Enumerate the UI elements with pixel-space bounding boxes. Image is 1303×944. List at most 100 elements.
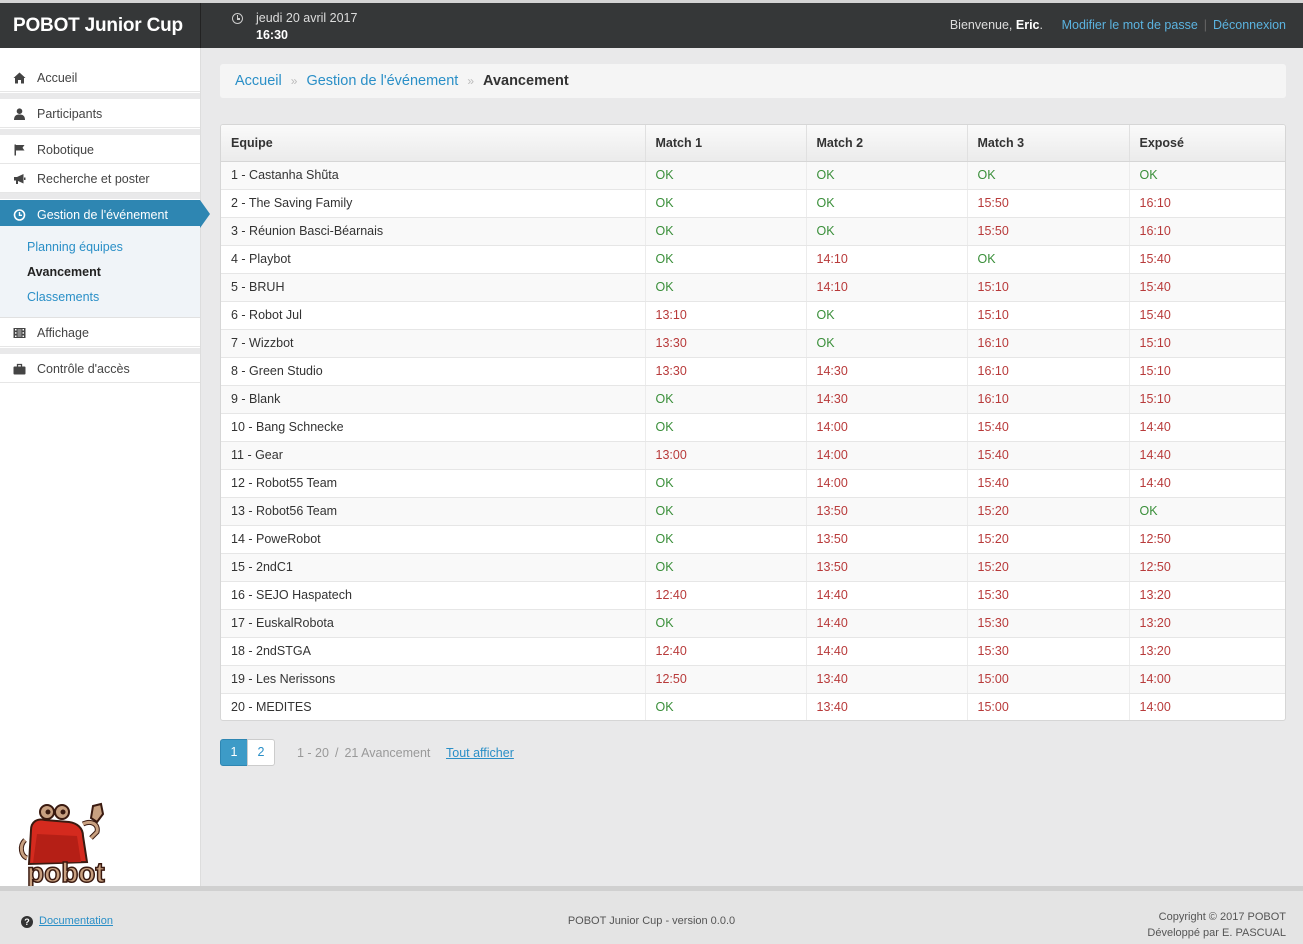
status-cell: OK bbox=[967, 245, 1130, 274]
team-name-cell: 13 - Robot56 Team bbox=[221, 497, 646, 526]
status-cell: 15:50 bbox=[967, 217, 1130, 246]
column-header-expose[interactable]: Exposé bbox=[1129, 125, 1285, 162]
status-cell: OK bbox=[645, 497, 807, 526]
sidebar-item-recherche[interactable]: Recherche et poster bbox=[0, 164, 200, 193]
column-header-match1[interactable]: Match 1 bbox=[645, 125, 807, 162]
status-cell: 14:40 bbox=[806, 637, 968, 666]
table-row[interactable]: 17 - EuskalRobota OK 14:40 15:30 13:20 bbox=[221, 609, 1285, 638]
pagination-info: 1 - 20 / 21 Avancement bbox=[297, 746, 430, 760]
table-row[interactable]: 4 - Playbot OK 14:10 OK 15:40 bbox=[221, 245, 1285, 274]
team-name-cell: 2 - The Saving Family bbox=[221, 189, 646, 218]
table-row[interactable]: 7 - Wizzbot 13:30 OK 16:10 15:10 bbox=[221, 329, 1285, 358]
table-row[interactable]: 14 - PoweRobot OK 13:50 15:20 12:50 bbox=[221, 525, 1285, 554]
subnav-item-planning[interactable]: Planning équipes bbox=[27, 240, 123, 254]
breadcrumb-section[interactable]: Gestion de l'événement bbox=[306, 73, 458, 89]
briefcase-icon bbox=[13, 363, 26, 375]
sidebar-item-robotique[interactable]: Robotique bbox=[0, 135, 200, 164]
sidebar-item-controle[interactable]: Contrôle d'accès bbox=[0, 354, 200, 383]
team-name-cell: 1 - Castanha Shũta bbox=[221, 161, 646, 190]
column-header-match3[interactable]: Match 3 bbox=[967, 125, 1130, 162]
app-version: POBOT Junior Cup - version 0.0.0 bbox=[567, 915, 736, 927]
status-cell: OK bbox=[645, 469, 807, 498]
status-cell: 14:00 bbox=[806, 413, 968, 442]
status-cell: 12:40 bbox=[645, 637, 807, 666]
table-row[interactable]: 1 - Castanha Shũta OK OK OK OK bbox=[221, 161, 1285, 190]
status-cell: OK bbox=[645, 609, 807, 638]
breadcrumb-home[interactable]: Accueil bbox=[235, 73, 282, 89]
table-row[interactable]: 5 - BRUH OK 14:10 15:10 15:40 bbox=[221, 273, 1285, 302]
table-row[interactable]: 2 - The Saving Family OK OK 15:50 16:10 bbox=[221, 189, 1285, 218]
top-bar: POBOT Junior Cup jeudi 20 avril 2017 16:… bbox=[0, 0, 1303, 48]
status-cell: 14:40 bbox=[806, 609, 968, 638]
table-row[interactable]: 16 - SEJO Haspatech 12:40 14:40 15:30 13:20 bbox=[221, 581, 1285, 610]
table-row[interactable]: 12 - Robot55 Team OK 14:00 15:40 14:40 bbox=[221, 469, 1285, 498]
status-cell: 16:10 bbox=[967, 329, 1130, 358]
table-row[interactable]: 3 - Réunion Basci-Béarnais OK OK 15:50 16:10 bbox=[221, 217, 1285, 246]
sidebar-item-label: Gestion de l'événement bbox=[37, 208, 168, 222]
status-cell: OK bbox=[645, 385, 807, 414]
logout-link[interactable]: Déconnexion bbox=[1213, 18, 1286, 32]
status-cell: 13:50 bbox=[806, 553, 968, 582]
column-header-equipe[interactable]: Equipe bbox=[221, 125, 646, 162]
status-cell: 14:00 bbox=[1129, 665, 1285, 694]
status-cell: 15:40 bbox=[1129, 273, 1285, 302]
status-cell: OK bbox=[645, 217, 807, 246]
progress-table-container: Equipe Match 1 Match 2 Match 3 Exposé 1 … bbox=[220, 124, 1286, 721]
status-cell: 15:30 bbox=[967, 637, 1130, 666]
table-row[interactable]: 13 - Robot56 Team OK 13:50 15:20 OK bbox=[221, 497, 1285, 526]
status-cell: 12:50 bbox=[1129, 553, 1285, 582]
table-row[interactable]: 6 - Robot Jul 13:10 OK 15:10 15:40 bbox=[221, 301, 1285, 330]
status-cell: 15:20 bbox=[967, 497, 1130, 526]
developer-text: Développé par E. PASCUAL bbox=[1147, 927, 1286, 939]
table-row[interactable]: 8 - Green Studio 13:30 14:30 16:10 15:10 bbox=[221, 357, 1285, 386]
status-cell: 14:40 bbox=[1129, 469, 1285, 498]
team-name-cell: 5 - BRUH bbox=[221, 273, 646, 302]
brand-divider bbox=[200, 3, 201, 48]
status-cell: 15:40 bbox=[1129, 301, 1285, 330]
status-cell: 14:00 bbox=[806, 469, 968, 498]
breadcrumb-arrow: » bbox=[467, 74, 475, 88]
show-all-link[interactable]: Tout afficher bbox=[446, 746, 514, 760]
change-password-link[interactable]: Modifier le mot de passe bbox=[1062, 18, 1198, 32]
brand-title[interactable]: POBOT Junior Cup bbox=[0, 3, 201, 48]
column-header-match2[interactable]: Match 2 bbox=[806, 125, 968, 162]
welcome-message: Bienvenue, Eric. bbox=[950, 18, 1043, 32]
team-name-cell: 9 - Blank bbox=[221, 385, 646, 414]
table-row[interactable]: 20 - MEDITES OK 13:40 15:00 14:00 bbox=[221, 693, 1285, 720]
status-cell: 13:10 bbox=[645, 301, 807, 330]
page-button-2[interactable]: 2 bbox=[247, 739, 275, 766]
sidebar-item-gestion[interactable]: Gestion de l'événement bbox=[0, 200, 210, 229]
sidebar-item-label: Participants bbox=[37, 107, 103, 121]
status-cell: OK bbox=[806, 189, 968, 218]
sidebar-item-label: Robotique bbox=[37, 143, 94, 157]
status-cell: 16:10 bbox=[967, 385, 1130, 414]
sidebar-item-participants[interactable]: Participants bbox=[0, 99, 200, 128]
user-name: Eric bbox=[1015, 18, 1040, 32]
table-row[interactable]: 19 - Les Nerissons 12:50 13:40 15:00 14:00 bbox=[221, 665, 1285, 694]
sidebar-item-label: Recherche et poster bbox=[37, 172, 150, 186]
current-time: 16:30 bbox=[256, 28, 288, 42]
sidebar-item-accueil[interactable]: Accueil bbox=[0, 63, 200, 92]
status-cell: OK bbox=[645, 525, 807, 554]
status-cell: 16:10 bbox=[967, 357, 1130, 386]
page-button-1[interactable]: 1 bbox=[220, 739, 248, 766]
clock-icon bbox=[232, 13, 243, 24]
status-cell: 15:10 bbox=[967, 301, 1130, 330]
table-row[interactable]: 18 - 2ndSTGA 12:40 14:40 15:30 13:20 bbox=[221, 637, 1285, 666]
table-row[interactable]: 11 - Gear 13:00 14:00 15:40 14:40 bbox=[221, 441, 1285, 470]
status-cell: OK bbox=[645, 413, 807, 442]
team-name-cell: 3 - Réunion Basci-Béarnais bbox=[221, 217, 646, 246]
table-row[interactable]: 9 - Blank OK 14:30 16:10 15:10 bbox=[221, 385, 1285, 414]
subnav-item-avancement[interactable]: Avancement bbox=[27, 265, 101, 279]
link-separator: | bbox=[1203, 18, 1208, 32]
status-cell: 15:40 bbox=[1129, 245, 1285, 274]
table-row[interactable]: 15 - 2ndC1 OK 13:50 15:20 12:50 bbox=[221, 553, 1285, 582]
subnav-item-classements[interactable]: Classements bbox=[27, 290, 99, 304]
sidebar-item-affichage[interactable]: Affichage bbox=[0, 318, 200, 347]
status-cell: 15:30 bbox=[967, 609, 1130, 638]
film-icon bbox=[13, 328, 26, 338]
status-cell: 15:20 bbox=[967, 553, 1130, 582]
table-row[interactable]: 10 - Bang Schnecke OK 14:00 15:40 14:40 bbox=[221, 413, 1285, 442]
team-name-cell: 19 - Les Nerissons bbox=[221, 665, 646, 694]
clock-icon bbox=[13, 209, 26, 221]
